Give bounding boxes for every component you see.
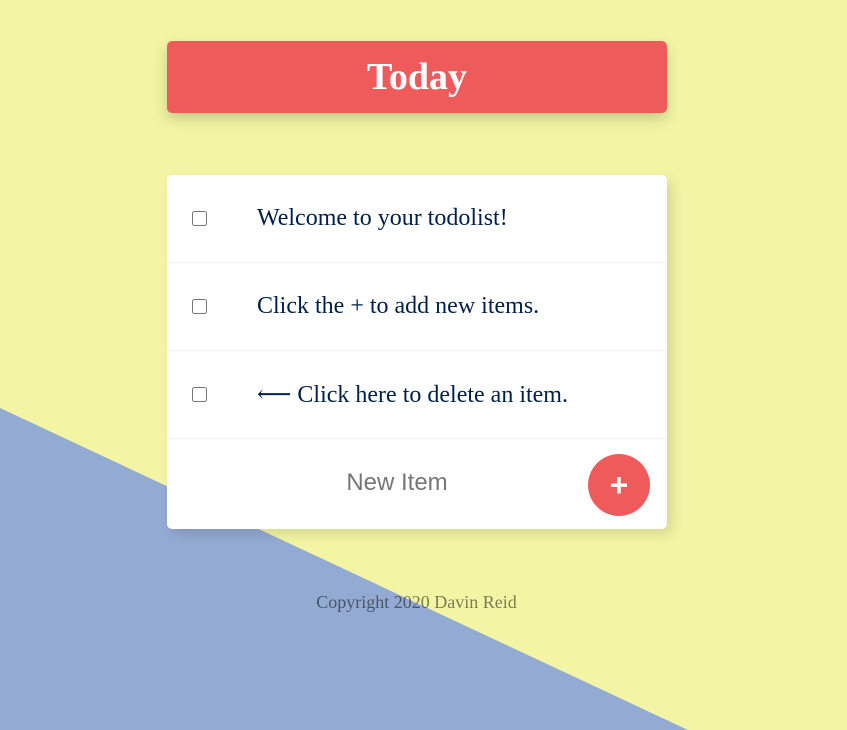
page-title: Today: [367, 56, 467, 98]
todo-item-text: Click the + to add new items.: [257, 293, 540, 319]
todo-item-text: Welcome to your todolist!: [257, 205, 508, 231]
copyright-text: Copyright 2020 Davin Reid: [316, 592, 517, 612]
todo-item: ⟵ Click here to delete an item.: [167, 351, 667, 439]
footer: Copyright 2020 Davin Reid: [0, 592, 833, 613]
todo-list: Welcome to your todolist! Click the + to…: [167, 175, 667, 529]
add-item-button[interactable]: +: [588, 454, 650, 516]
todo-item-text: ⟵ Click here to delete an item.: [257, 382, 568, 408]
new-item-form: +: [167, 439, 667, 528]
heading-box: Today: [167, 41, 667, 113]
todo-item-checkbox[interactable]: [192, 387, 207, 402]
todo-item: Welcome to your todolist!: [167, 175, 667, 263]
todo-item: Click the + to add new items.: [167, 263, 667, 351]
todo-item-checkbox[interactable]: [192, 299, 207, 314]
todo-item-checkbox[interactable]: [192, 211, 207, 226]
new-item-input[interactable]: [247, 461, 547, 505]
